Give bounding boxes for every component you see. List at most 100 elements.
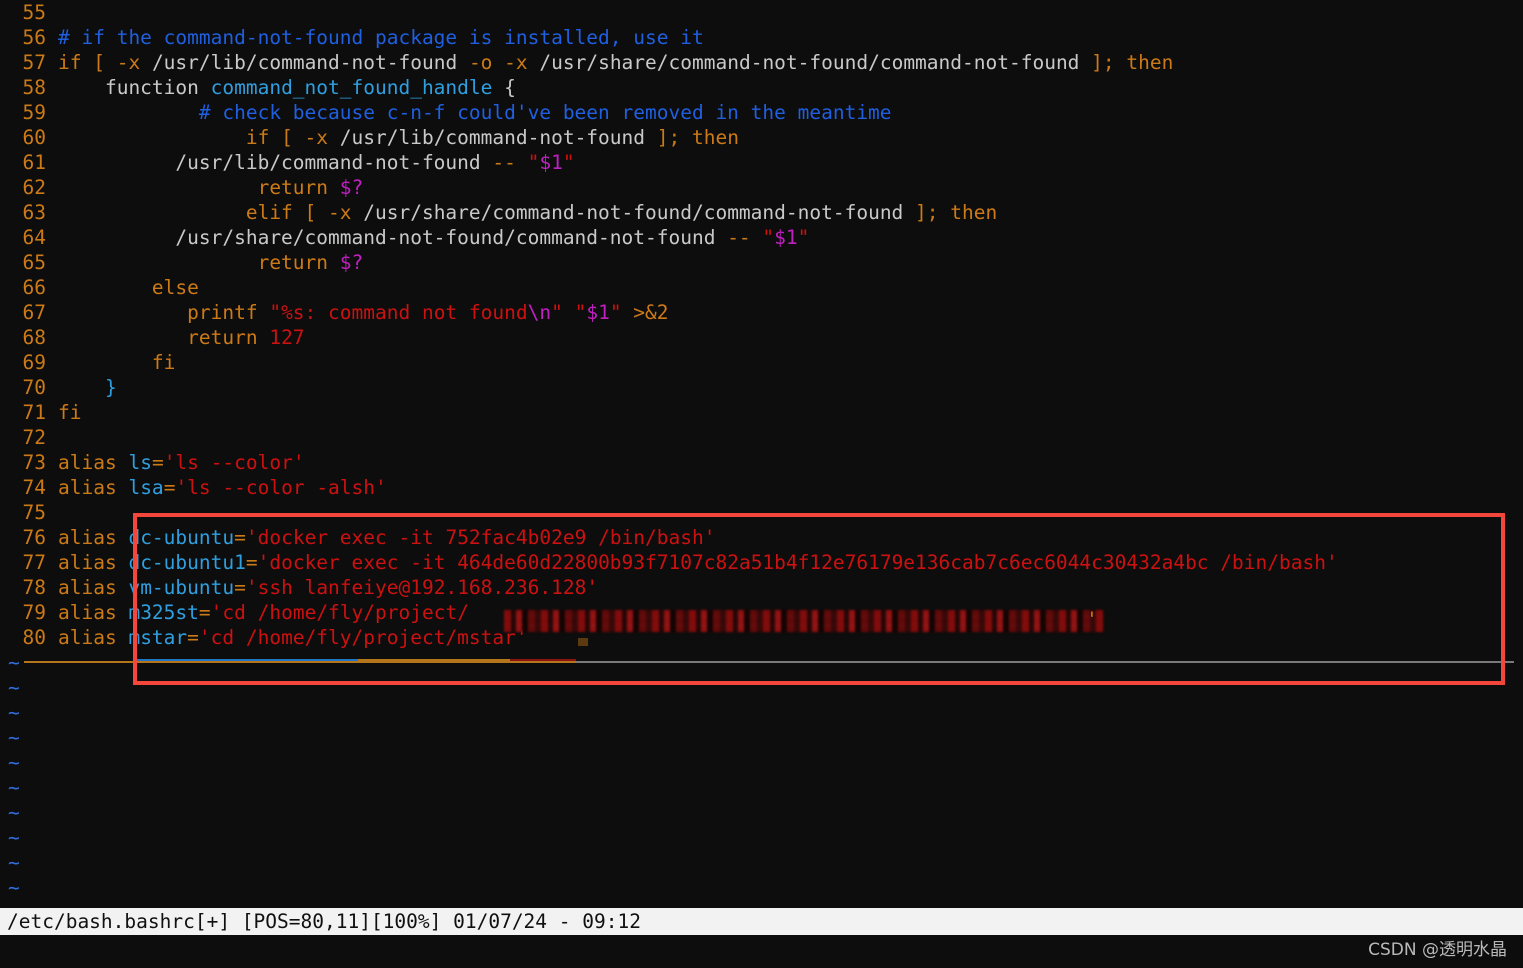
code-token: [ bbox=[93, 51, 117, 74]
code-token: $? bbox=[339, 251, 364, 274]
code-token: "%s: command not found bbox=[269, 301, 528, 324]
code-line[interactable]: 67 printf "%s: command not found\n" "$1"… bbox=[0, 300, 1523, 325]
code-token: " bbox=[515, 151, 540, 174]
line-number: 60 bbox=[22, 126, 46, 149]
code-token: [ bbox=[304, 201, 329, 224]
code-token: 'docker exec -it 464de60d22800b93f7107c8… bbox=[257, 551, 1338, 574]
empty-buffer-row: ~ bbox=[0, 800, 1523, 825]
code-line[interactable]: 65 return $? bbox=[0, 250, 1523, 275]
tilde-marker: ~ bbox=[8, 876, 20, 899]
code-token: = bbox=[163, 476, 176, 499]
vim-status-line: /etc/bash.bashrc[+] [POS=80,11][100%] 01… bbox=[0, 908, 1523, 935]
code-token: fi bbox=[58, 351, 176, 374]
empty-buffer-row: ~ bbox=[0, 725, 1523, 750]
code-token: " bbox=[609, 301, 634, 324]
code-line[interactable]: 76 alias dc-ubuntu='docker exec -it 752fa… bbox=[0, 525, 1523, 550]
code-line[interactable]: 63 elif [ -x /usr/share/command-not-foun… bbox=[0, 200, 1523, 225]
code-token: /usr/lib/command-not-found bbox=[58, 151, 493, 174]
code-line[interactable]: 78 alias vm-ubuntu='ssh lanfeiye@192.168.… bbox=[0, 575, 1523, 600]
code-token: $? bbox=[339, 176, 364, 199]
code-line[interactable]: 62 return $? bbox=[0, 175, 1523, 200]
empty-buffer-row: ~ bbox=[0, 675, 1523, 700]
cursorline-underline-active bbox=[24, 661, 576, 663]
code-token: then bbox=[1126, 51, 1174, 74]
code-line[interactable]: 77 alias dc-ubuntu1='docker exec -it 464d… bbox=[0, 550, 1523, 575]
code-token: -- bbox=[727, 226, 751, 249]
code-token: # if the command-not-found package is in… bbox=[58, 26, 704, 49]
code-token: then bbox=[950, 201, 998, 224]
code-line[interactable]: 72 bbox=[0, 425, 1523, 450]
code-token: 'docker exec -it 752fac4b02e9 /bin/bash' bbox=[245, 526, 716, 549]
code-token: m325st bbox=[128, 601, 199, 624]
code-token: else bbox=[58, 276, 199, 299]
code-token: = bbox=[198, 601, 211, 624]
code-line[interactable]: 75 bbox=[0, 500, 1523, 525]
code-token: = bbox=[234, 576, 246, 599]
code-line[interactable]: 60 if [ -x /usr/lib/command-not-found ];… bbox=[0, 125, 1523, 150]
code-token: [ bbox=[281, 126, 305, 149]
code-line[interactable]: 71 fi bbox=[0, 400, 1523, 425]
code-token: " bbox=[562, 151, 575, 174]
code-line[interactable]: 56 # if the command-not-found package is … bbox=[0, 25, 1523, 50]
line-number: 56 bbox=[22, 26, 46, 49]
empty-buffer-row: ~ bbox=[0, 850, 1523, 875]
code-token: $1 bbox=[539, 151, 563, 174]
code-line[interactable]: 66 else bbox=[0, 275, 1523, 300]
code-token: mstar bbox=[128, 626, 188, 649]
empty-buffer-row: ~ bbox=[0, 700, 1523, 725]
code-token: alias bbox=[58, 576, 129, 599]
code-line[interactable]: 74 alias lsa='ls --color -alsh' bbox=[0, 475, 1523, 500]
tilde-marker: ~ bbox=[8, 701, 20, 724]
tilde-marker: ~ bbox=[8, 851, 20, 874]
code-token: 'cd /home/fly/project/ bbox=[210, 601, 469, 624]
code-token: } bbox=[58, 376, 117, 399]
code-token: dc-ubuntu bbox=[128, 526, 235, 549]
empty-buffer-row: ~ bbox=[0, 775, 1523, 800]
code-token: -x bbox=[116, 51, 141, 74]
code-token: return bbox=[58, 326, 270, 349]
line-number: 59 bbox=[22, 101, 46, 124]
line-number: 67 bbox=[22, 301, 46, 324]
code-line[interactable]: 61 /usr/lib/command-not-found -- "$1" bbox=[0, 150, 1523, 175]
text-cursor[interactable] bbox=[578, 638, 588, 646]
code-token: 'ssh lanfeiye@192.168.236.128' bbox=[245, 576, 599, 599]
redacted-path-blur bbox=[504, 610, 1104, 632]
code-token: 'ls --color' bbox=[163, 451, 305, 474]
tilde-marker: ~ bbox=[8, 676, 20, 699]
code-token: = bbox=[187, 626, 199, 649]
code-token: = bbox=[234, 526, 246, 549]
code-line[interactable]: 69 fi bbox=[0, 350, 1523, 375]
code-line[interactable]: 55 bbox=[0, 0, 1523, 25]
code-token: ]; bbox=[915, 201, 951, 224]
line-number: 57 bbox=[22, 51, 46, 74]
code-line[interactable]: 73 alias ls='ls --color' bbox=[0, 450, 1523, 475]
code-line[interactable]: 68 return 127 bbox=[0, 325, 1523, 350]
code-token: " bbox=[551, 301, 575, 324]
code-token: \n bbox=[527, 301, 552, 324]
code-token: lsa bbox=[128, 476, 164, 499]
line-number: 74 bbox=[22, 476, 46, 499]
csdn-watermark: CSDN @透明水晶 bbox=[1368, 940, 1507, 960]
line-number: 72 bbox=[22, 426, 46, 449]
code-token: # check because c-n-f could've been remo… bbox=[58, 101, 892, 124]
code-token: /usr/share/command-not-found/command-not… bbox=[58, 226, 728, 249]
line-number: 70 bbox=[22, 376, 46, 399]
code-line[interactable]: 64 /usr/share/command-not-found/command-… bbox=[0, 225, 1523, 250]
line-number: 77 bbox=[22, 551, 46, 574]
line-number: 73 bbox=[22, 451, 46, 474]
tilde-marker: ~ bbox=[8, 776, 20, 799]
code-token: " bbox=[797, 226, 810, 249]
code-line[interactable]: 57 if [ -x /usr/lib/command-not-found -o … bbox=[0, 50, 1523, 75]
code-line[interactable]: 58 function command_not_found_handle { bbox=[0, 75, 1523, 100]
code-token: 'cd /home/fly/project/mstar' bbox=[198, 626, 528, 649]
editor-buffer[interactable]: 55 56 # if the command-not-found package i… bbox=[0, 0, 1523, 908]
code-token: return bbox=[58, 176, 340, 199]
code-token: alias bbox=[58, 626, 129, 649]
code-line[interactable]: 70 } bbox=[0, 375, 1523, 400]
code-token: " bbox=[750, 226, 775, 249]
code-token: return bbox=[58, 251, 340, 274]
code-token: = bbox=[151, 451, 164, 474]
line-number: 80 bbox=[22, 626, 46, 649]
code-line[interactable]: 59 # check because c-n-f could've been r… bbox=[0, 100, 1523, 125]
code-token: alias bbox=[58, 601, 129, 624]
